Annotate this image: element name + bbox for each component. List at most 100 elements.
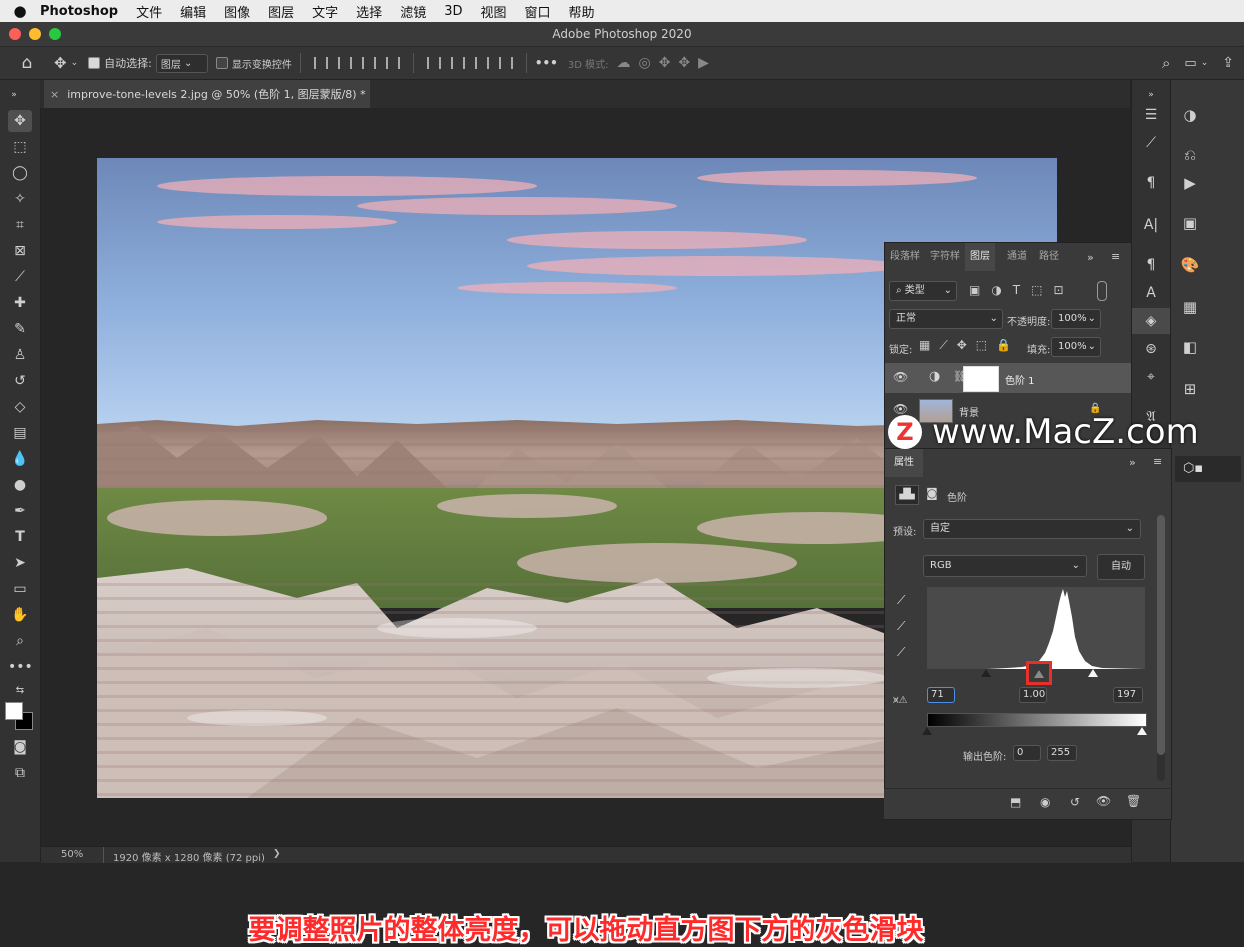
search-icon[interactable]: ⌕ (1162, 54, 1170, 72)
chevron-down-icon[interactable]: ⌄ (1201, 58, 1209, 68)
show-transform-checkbox[interactable]: 显示变换控件 (215, 56, 292, 71)
history-icon[interactable]: ⎌ (1171, 140, 1209, 170)
rectangle-tool-icon[interactable]: ▭ (8, 578, 32, 600)
panel-menu-icon[interactable]: ≡ (1111, 250, 1120, 263)
pen-tool-icon[interactable]: ✒ (8, 500, 32, 522)
gray-point-eyedropper-icon[interactable]: ⟋ (897, 619, 905, 634)
mask-icon[interactable]: ◙ (923, 486, 941, 502)
channels-icon[interactable]: ⊛ (1132, 336, 1170, 362)
tab-character-styles[interactable]: 字符样 (926, 243, 964, 271)
more-tools-icon[interactable]: ••• (8, 656, 33, 678)
screen-mode-icon[interactable]: ⧉ (8, 762, 32, 784)
black-point-eyedropper-icon[interactable]: ⟋ (897, 593, 905, 608)
tab-paragraph-styles[interactable]: 段落样 (885, 243, 925, 271)
paragraph-icon[interactable]: ¶ (1132, 170, 1170, 196)
swap-colors-icon[interactable]: ⇆ (8, 680, 32, 702)
align-left-icon[interactable] (313, 57, 328, 69)
eyedropper-tool-icon[interactable]: ⟋ (8, 266, 32, 288)
brush-settings-icon[interactable]: ☰ (1132, 102, 1170, 128)
blur-tool-icon[interactable]: 💧 (8, 448, 32, 470)
magic-wand-icon[interactable]: ✧ (8, 188, 32, 210)
clip-to-layer-icon[interactable]: ⬒ (1010, 795, 1021, 809)
document-tab[interactable]: × improve-tone-levels 2.jpg @ 50% (色阶 1,… (44, 80, 370, 108)
actions-play-icon[interactable]: ▶ (1171, 168, 1209, 198)
collapse-panel-icon[interactable]: » (2, 84, 26, 106)
menu-image[interactable]: 图像 (224, 2, 250, 21)
type-tool-icon[interactable]: T (8, 526, 32, 548)
lock-icons[interactable]: ▦⟋✥⬚🔒 (919, 338, 1020, 353)
patterns-icon[interactable]: ⊞ (1171, 374, 1209, 404)
share-icon[interactable]: ⇪ (1222, 55, 1234, 71)
lasso-tool-icon[interactable]: ◯ (8, 162, 32, 184)
quick-mask-icon[interactable]: ◙ (8, 736, 32, 758)
foreground-color-swatch[interactable] (5, 702, 23, 720)
align-right-icon[interactable] (361, 57, 376, 69)
menu-edit[interactable]: 编辑 (180, 2, 206, 21)
3d-panel-icon[interactable]: ⬡▪ (1175, 456, 1241, 482)
menu-filter[interactable]: 滤镜 (400, 2, 426, 21)
align-middle-v-icon[interactable] (450, 57, 465, 69)
character-icon[interactable]: A| (1132, 212, 1170, 238)
input-gamma-field[interactable]: 1.00 (1019, 687, 1047, 703)
view-previous-icon[interactable]: ◉ (1040, 795, 1050, 809)
gradient-tool-icon[interactable]: ▤ (8, 422, 32, 444)
fill-input[interactable]: 100% ⌄ (1051, 337, 1101, 357)
menu-select[interactable]: 选择 (356, 2, 382, 21)
menu-file[interactable]: 文件 (136, 2, 162, 21)
zoom-tool-icon[interactable]: ⌕ (8, 630, 32, 652)
output-white-field[interactable]: 255 (1047, 745, 1077, 761)
filter-toggle[interactable] (1097, 281, 1107, 301)
black-point-slider[interactable] (981, 669, 991, 677)
layer-row-levels[interactable]: 👁 ◑ ⛓ 色阶 1 (885, 363, 1131, 393)
workspace-icon[interactable]: ▭ (1184, 56, 1196, 71)
move-tool-icon[interactable]: ✥ (54, 54, 67, 72)
tab-paths[interactable]: 路径 (1035, 243, 1063, 271)
menu-help[interactable]: 帮助 (569, 2, 595, 21)
hand-tool-icon[interactable]: ✋ (8, 604, 32, 626)
menu-view[interactable]: 视图 (480, 2, 506, 21)
3d-mode-icons[interactable]: ☁◎✥✥▶ (616, 55, 716, 71)
clipping-warning-icon[interactable]: ⩙⚠ (893, 695, 908, 706)
preset-dropdown[interactable]: 自定 ⌄ (923, 519, 1141, 539)
visibility-eye-icon[interactable]: 👁 (1096, 794, 1111, 808)
output-black-field[interactable]: 0 (1013, 745, 1041, 761)
distribute-v-icon[interactable] (498, 57, 513, 69)
color-palette-icon[interactable]: 🎨 (1171, 250, 1209, 280)
brushes-icon[interactable]: ⟋ (1132, 130, 1170, 156)
chevron-down-icon[interactable]: ⌄ (71, 58, 79, 68)
output-black-slider[interactable] (922, 727, 932, 735)
marquee-tool-icon[interactable]: ⬚ (8, 136, 32, 158)
reset-icon[interactable]: ↺ (1070, 795, 1080, 809)
healing-brush-icon[interactable]: ✚ (8, 292, 32, 314)
zoom-level[interactable]: 50% (61, 849, 83, 860)
layers-icon[interactable]: ◈ (1132, 308, 1170, 334)
layer-mask-thumbnail[interactable] (963, 366, 999, 392)
auto-select-dropdown[interactable]: 图层 ⌄ (155, 53, 208, 73)
brush-tool-icon[interactable]: ✎ (8, 318, 32, 340)
more-options-icon[interactable]: ••• (535, 56, 558, 70)
visibility-eye-icon[interactable]: 👁 (893, 370, 908, 384)
layer-filter-icons[interactable]: ▣◑T⬚⊡ (969, 283, 1075, 297)
status-menu-arrow[interactable]: ❯ (273, 849, 281, 859)
input-black-field[interactable]: 71 (927, 687, 955, 703)
adjustments-icon[interactable]: ◑ (1171, 100, 1209, 130)
libraries-icon[interactable]: ▣ (1171, 208, 1209, 238)
white-point-eyedropper-icon[interactable]: ⟋ (897, 645, 905, 660)
align-bottom-icon[interactable] (474, 57, 489, 69)
distribute-h-icon[interactable] (385, 57, 400, 69)
menu-3d[interactable]: 3D (444, 4, 462, 19)
history-brush-icon[interactable]: ↺ (8, 370, 32, 392)
gamma-midtone-slider[interactable] (1034, 670, 1044, 678)
tab-channels[interactable]: 通道 (1003, 243, 1031, 271)
move-tool-icon[interactable]: ✥ (8, 110, 32, 132)
crop-tool-icon[interactable]: ⌗ (8, 214, 32, 236)
menu-window[interactable]: 窗口 (525, 2, 551, 21)
eraser-tool-icon[interactable]: ◇ (8, 396, 32, 418)
expand-panels-icon[interactable]: » (1129, 456, 1136, 469)
align-center-h-icon[interactable] (337, 57, 352, 69)
paths-icon[interactable]: ⌖ (1132, 364, 1170, 390)
input-white-field[interactable]: 197 (1113, 687, 1143, 703)
path-selection-icon[interactable]: ➤ (8, 552, 32, 574)
trash-icon[interactable]: 🗑 (1126, 794, 1141, 808)
menu-type[interactable]: 文字 (312, 2, 338, 21)
